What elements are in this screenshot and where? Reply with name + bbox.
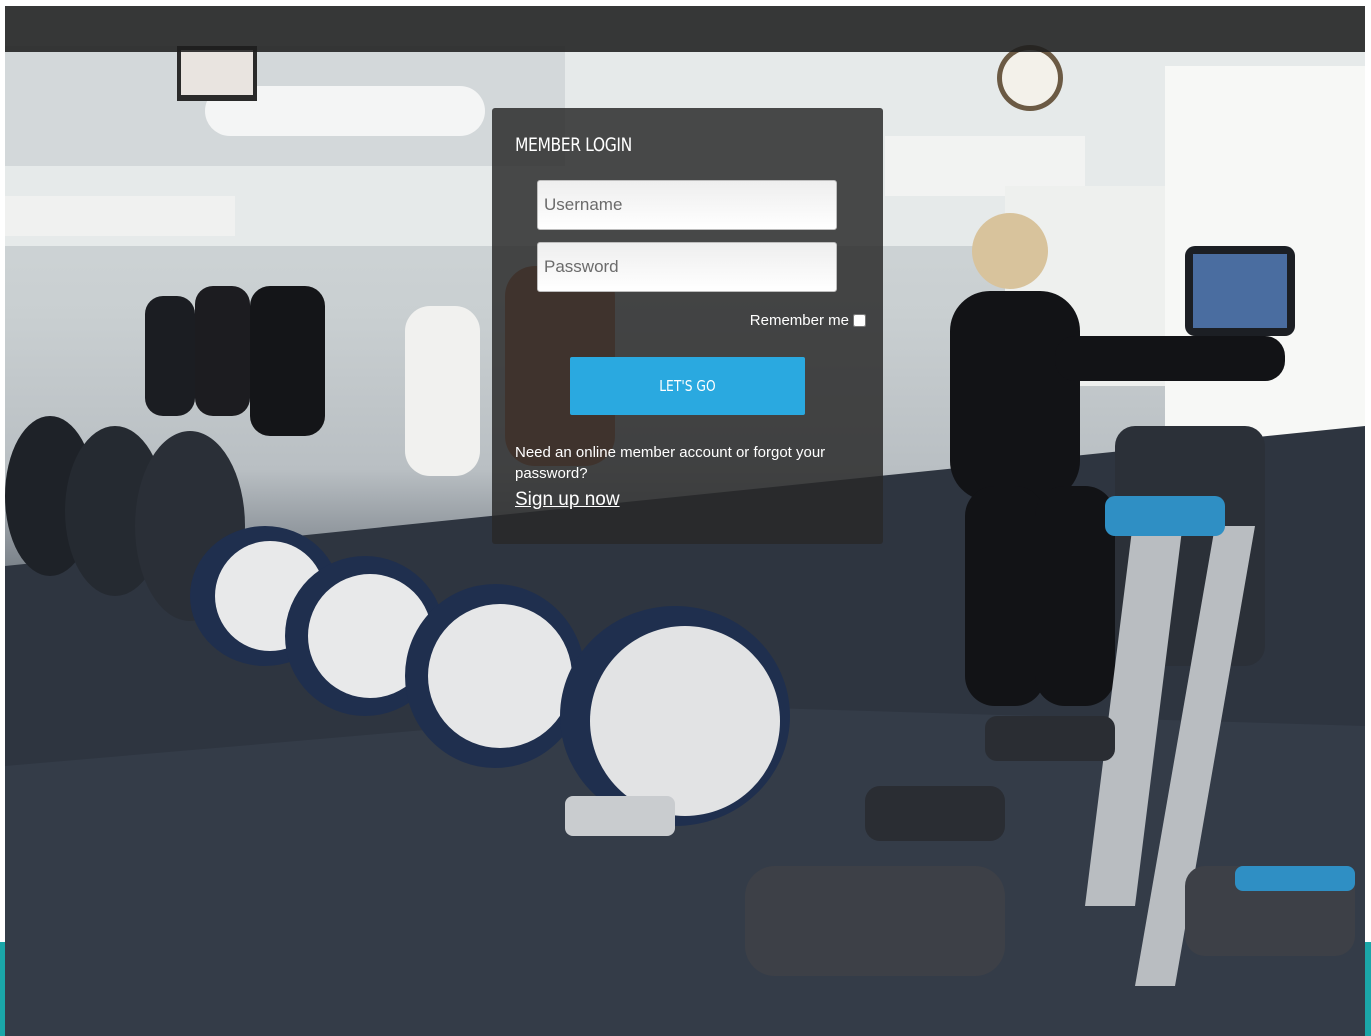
sign-up-link[interactable]: Sign up now <box>515 489 620 511</box>
lets-go-label: LET'S GO <box>659 377 716 395</box>
remember-me-label: Remember me <box>749 312 849 329</box>
top-navigation-bar <box>5 6 1365 52</box>
lets-go-button[interactable]: LET'S GO <box>570 357 805 415</box>
password-input[interactable] <box>537 242 837 292</box>
login-title: MEMBER LOGIN <box>515 134 632 156</box>
member-login-panel: MEMBER LOGIN Remember me LET'S GO Need a… <box>492 108 883 544</box>
remember-me-checkbox[interactable] <box>853 314 866 327</box>
account-help-text: Need an online member account or forgot … <box>515 444 826 482</box>
username-input[interactable] <box>537 180 837 230</box>
right-accent-edge <box>1365 942 1371 1036</box>
remember-me-control[interactable]: Remember me <box>750 312 866 329</box>
